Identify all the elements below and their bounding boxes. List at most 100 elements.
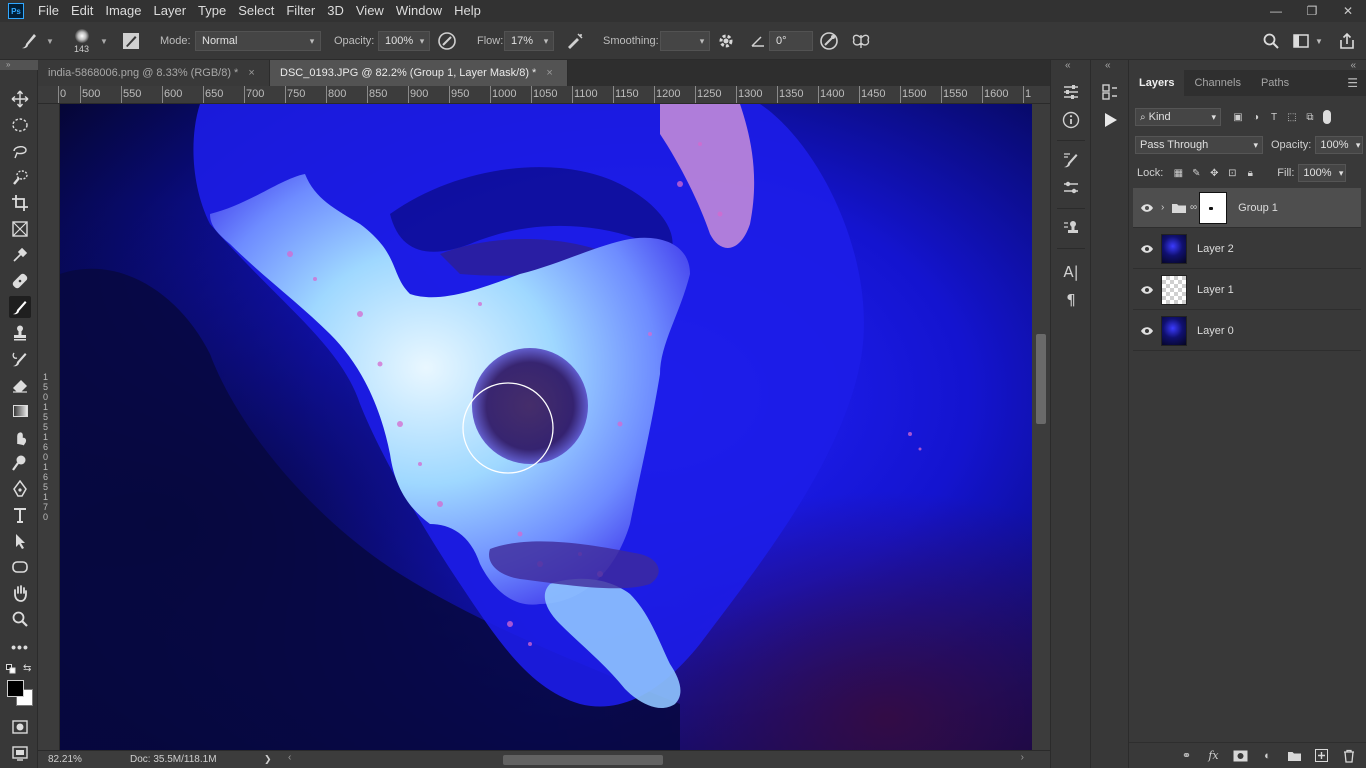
document-canvas[interactable] xyxy=(60,104,1032,750)
search-button[interactable] xyxy=(1262,22,1280,60)
symmetry-button[interactable] xyxy=(850,22,872,60)
horizontal-ruler[interactable]: 0 500 550 600 650 700 750 800 850 900 950 1000 1050 1… xyxy=(38,86,1050,104)
close-tab-icon[interactable]: × xyxy=(546,67,552,79)
expand-group-chevron-icon[interactable]: › xyxy=(1161,202,1171,213)
vertical-scrollbar-thumb[interactable] xyxy=(1036,334,1046,424)
menu-type[interactable]: Type xyxy=(192,0,232,22)
vertical-ruler[interactable]: 150155160165170 xyxy=(38,104,60,750)
menu-edit[interactable]: Edit xyxy=(65,0,99,22)
close-tab-icon[interactable]: × xyxy=(248,67,254,79)
menu-window[interactable]: Window xyxy=(390,0,448,22)
document-size-info[interactable]: Doc: 35.5M/118.1M xyxy=(130,754,260,765)
hand-tool[interactable] xyxy=(9,582,31,604)
delete-layer-trash-icon[interactable] xyxy=(1340,747,1357,764)
layer-row-layer-2[interactable]: Layer 2 xyxy=(1133,229,1361,269)
brush-preset-picker[interactable]: 143 xyxy=(74,22,89,60)
panel-menu-icon[interactable]: ☰ xyxy=(1347,76,1358,90)
tab-layers[interactable]: Layers xyxy=(1129,70,1185,96)
link-layers-icon[interactable]: ⚭ xyxy=(1178,747,1195,764)
menu-view[interactable]: View xyxy=(350,0,390,22)
layer-opacity-input[interactable]: 100% ▾ xyxy=(1315,136,1364,154)
layer-row-layer-0[interactable]: Layer 0 xyxy=(1133,311,1361,351)
layer-name[interactable]: Layer 0 xyxy=(1197,325,1234,337)
edit-toolbar-button[interactable]: ••• xyxy=(9,636,31,658)
layer-name[interactable]: Group 1 xyxy=(1238,202,1278,214)
layer-style-fx-icon[interactable]: fx xyxy=(1205,747,1222,764)
tab-india-png[interactable]: india-5868006.png @ 8.33% (RGB/8) * × xyxy=(38,60,270,86)
tab-channels[interactable]: Channels xyxy=(1184,70,1250,96)
eraser-tool[interactable] xyxy=(9,374,31,396)
shape-tool[interactable] xyxy=(9,556,31,578)
layer-name[interactable]: Layer 2 xyxy=(1197,243,1234,255)
filter-pixel-icon[interactable]: ▣ xyxy=(1229,108,1247,126)
flow-input[interactable]: 17% ▾ xyxy=(504,31,554,51)
pen-tool[interactable] xyxy=(9,478,31,500)
actions-panel-button[interactable] xyxy=(1098,108,1122,132)
lock-all-icon[interactable]: 🔒︎ xyxy=(1241,164,1259,182)
zoom-level-field[interactable]: 82.21% xyxy=(38,754,86,765)
tab-paths[interactable]: Paths xyxy=(1251,70,1299,96)
horizontal-scrollbar-thumb[interactable] xyxy=(503,755,663,765)
workspace-switcher[interactable]: ▼ xyxy=(1292,22,1323,60)
add-mask-icon[interactable] xyxy=(1232,747,1249,764)
dodge-tool[interactable] xyxy=(9,452,31,474)
collapse-strip-icon[interactable]: « xyxy=(1105,60,1111,71)
layer-name[interactable]: Layer 1 xyxy=(1197,284,1234,296)
menu-help[interactable]: Help xyxy=(448,0,487,22)
visibility-eye-icon[interactable] xyxy=(1133,203,1161,213)
blend-mode-select[interactable]: Normal ▾ xyxy=(195,31,321,51)
restore-button[interactable]: ❐ xyxy=(1294,0,1330,22)
visibility-eye-icon[interactable] xyxy=(1133,285,1161,295)
new-group-folder-icon[interactable] xyxy=(1286,747,1303,764)
canvas-area[interactable]: 0 500 550 600 650 700 750 800 850 900 950 1000 1050 1… xyxy=(38,86,1050,750)
mask-link-icon[interactable]: ∞ xyxy=(1190,202,1197,213)
filter-shape-icon[interactable]: ⬚ xyxy=(1283,108,1301,126)
filter-toggle-switch[interactable] xyxy=(1323,110,1331,124)
menu-filter[interactable]: Filter xyxy=(280,0,321,22)
type-tool[interactable] xyxy=(9,504,31,526)
scroll-right-icon[interactable]: › xyxy=(1021,752,1024,763)
lock-position-icon[interactable]: ✥ xyxy=(1205,164,1223,182)
path-selection-tool[interactable] xyxy=(9,530,31,552)
brush-angle-input[interactable]: 0° xyxy=(769,31,813,51)
quick-selection-tool[interactable] xyxy=(9,166,31,188)
opacity-input[interactable]: 100% ▾ xyxy=(378,31,430,51)
tool-preset-picker[interactable]: ▼ xyxy=(18,22,54,60)
share-button[interactable] xyxy=(1338,22,1356,60)
quick-mask-button[interactable] xyxy=(9,716,31,738)
healing-brush-tool[interactable] xyxy=(9,270,31,292)
frame-tool[interactable] xyxy=(9,218,31,240)
character-panel-button[interactable]: A| xyxy=(1059,260,1083,284)
history-panel-button[interactable] xyxy=(1098,80,1122,104)
brushes-panel-button[interactable] xyxy=(1059,148,1083,172)
menu-3d[interactable]: 3D xyxy=(321,0,350,22)
default-colors-button[interactable] xyxy=(6,664,16,674)
zoom-tool[interactable] xyxy=(9,608,31,630)
lasso-tool[interactable] xyxy=(9,140,31,162)
visibility-eye-icon[interactable] xyxy=(1133,326,1161,336)
filter-type-icon[interactable]: T xyxy=(1265,108,1283,126)
tab-dsc-0193[interactable]: DSC_0193.JPG @ 82.2% (Group 1, Layer Mas… xyxy=(270,60,568,86)
vertical-scrollbar[interactable] xyxy=(1032,104,1050,750)
marquee-tool[interactable] xyxy=(9,114,31,136)
gradient-tool[interactable] xyxy=(9,400,31,422)
horizontal-scrollbar[interactable]: ‹ › xyxy=(288,752,1024,766)
screen-mode-button[interactable] xyxy=(9,742,31,764)
smoothing-settings-button[interactable] xyxy=(716,22,736,60)
smoothing-input[interactable]: ▾ xyxy=(660,31,710,51)
lock-artboard-icon[interactable]: ⊡ xyxy=(1223,164,1241,182)
layer-blend-mode-select[interactable]: Pass Through ▾ xyxy=(1135,136,1263,154)
toolbar-collapse-toggle[interactable]: » xyxy=(0,60,38,70)
brush-tool[interactable] xyxy=(9,296,31,318)
menu-image[interactable]: Image xyxy=(99,0,147,22)
smudge-tool[interactable] xyxy=(9,426,31,448)
layer-mask-thumbnail[interactable] xyxy=(1199,191,1228,224)
move-tool[interactable] xyxy=(9,88,31,110)
menu-file[interactable]: File xyxy=(32,0,65,22)
menu-layer[interactable]: Layer xyxy=(148,0,193,22)
minimize-button[interactable]: — xyxy=(1258,0,1294,22)
layer-row-group-1[interactable]: › ∞ Group 1 xyxy=(1133,188,1361,228)
layer-filter-kind-select[interactable]: ⌕ Kind ▾ xyxy=(1135,108,1221,126)
adjustments-panel-button[interactable] xyxy=(1059,80,1083,104)
photoshop-logo-icon[interactable]: Ps xyxy=(8,3,24,19)
